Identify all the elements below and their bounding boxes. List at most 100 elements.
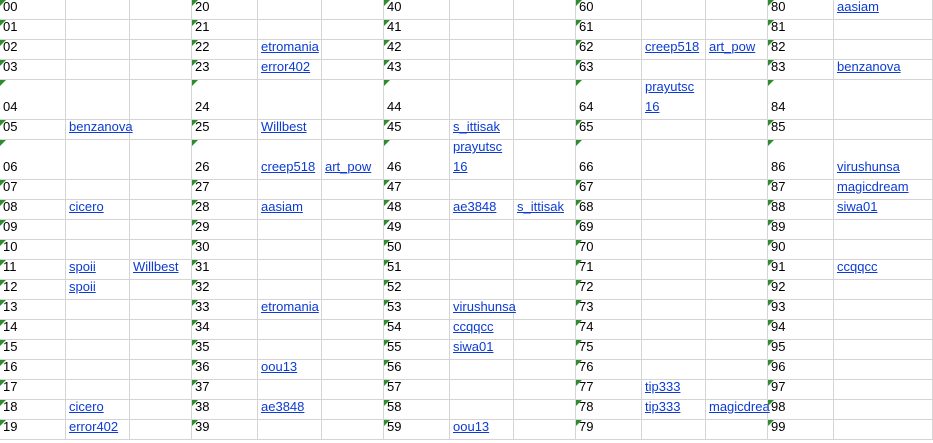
name-cell[interactable] [514,340,576,360]
name-cell[interactable]: oou13 [450,419,514,440]
number-cell[interactable]: 43 [384,59,450,80]
name-cell[interactable] [706,60,768,80]
name-cell[interactable] [450,20,514,40]
name-cell[interactable] [514,240,576,260]
name-cell[interactable]: creep518 [258,140,322,180]
cell-link[interactable]: etromania [261,37,321,57]
name-cell[interactable] [514,220,576,240]
number-cell[interactable]: 86 [768,140,834,180]
name-cell[interactable] [450,220,514,240]
name-cell[interactable] [322,60,384,80]
name-cell[interactable] [66,140,130,180]
name-cell[interactable] [130,40,192,60]
name-cell[interactable]: s_ittisak [514,199,576,220]
name-cell[interactable] [834,340,933,360]
number-cell[interactable]: 39 [192,419,258,440]
name-cell[interactable] [322,0,384,20]
name-cell[interactable] [66,220,130,240]
name-cell[interactable] [66,340,130,360]
name-cell[interactable] [258,420,322,440]
cell-link[interactable]: spoii [69,257,129,277]
name-cell[interactable] [514,140,576,180]
name-cell[interactable] [706,260,768,280]
name-cell[interactable] [130,140,192,180]
name-cell[interactable] [322,280,384,300]
cell-link[interactable]: ae3848 [261,397,321,417]
name-cell[interactable] [130,200,192,220]
cell-link[interactable]: aasiam [261,197,321,217]
number-cell[interactable]: 46 [384,140,450,180]
name-cell[interactable] [706,360,768,380]
name-cell[interactable] [450,0,514,20]
name-cell[interactable] [322,240,384,260]
name-cell[interactable] [642,420,706,440]
cell-link[interactable]: oou13 [261,357,321,377]
cell-link[interactable]: magicdrea [709,397,770,417]
name-cell[interactable] [642,320,706,340]
name-cell[interactable] [450,260,514,280]
name-cell[interactable] [642,220,706,240]
name-cell[interactable] [322,360,384,380]
name-cell[interactable] [130,360,192,380]
name-cell[interactable] [514,120,576,140]
number-cell[interactable]: 83 [768,59,834,80]
name-cell[interactable]: ccqqcc [834,259,933,280]
name-cell[interactable] [322,20,384,40]
name-cell[interactable] [834,220,933,240]
name-cell[interactable] [514,420,576,440]
number-cell[interactable]: 66 [576,140,642,180]
cell-link[interactable]: Willbest [261,117,321,137]
cell-link[interactable]: virushunsa [453,297,516,317]
number-cell[interactable]: 59 [384,419,450,440]
name-cell[interactable] [834,420,933,440]
name-cell[interactable]: Willbest [130,259,192,280]
name-cell[interactable] [642,120,706,140]
name-cell[interactable] [66,20,130,40]
name-cell[interactable] [706,320,768,340]
name-cell[interactable] [322,220,384,240]
name-cell[interactable] [514,60,576,80]
name-cell[interactable] [66,40,130,60]
cell-link[interactable]: creep518 [645,37,705,57]
cell-link[interactable]: benzanova [837,57,932,77]
name-cell[interactable] [514,280,576,300]
name-cell[interactable] [706,140,768,180]
name-cell[interactable]: ae3848 [258,397,322,420]
cell-link[interactable]: tip333 [645,397,705,417]
name-cell[interactable] [450,380,514,400]
name-cell[interactable] [322,400,384,420]
name-cell[interactable] [130,320,192,340]
cell-link[interactable]: magicdream [837,177,932,197]
name-cell[interactable]: aasiam [834,0,933,20]
name-cell[interactable]: ae3848 [450,199,514,220]
name-cell[interactable] [66,300,130,320]
name-cell[interactable]: oou13 [258,357,322,380]
name-cell[interactable] [450,240,514,260]
cell-link[interactable]: error402 [69,417,129,437]
name-cell[interactable] [450,60,514,80]
name-cell[interactable] [642,180,706,200]
number-cell[interactable]: 63 [576,59,642,80]
cell-link[interactable]: siwa01 [837,197,932,217]
name-cell[interactable] [642,200,706,220]
name-cell[interactable]: prayutsc 16 [450,137,514,180]
name-cell[interactable] [258,320,322,340]
name-cell[interactable] [514,80,576,120]
name-cell[interactable] [130,60,192,80]
cell-link[interactable]: prayutsc 16 [453,137,513,177]
name-cell[interactable] [706,280,768,300]
name-cell[interactable] [322,320,384,340]
name-cell[interactable] [706,420,768,440]
name-cell[interactable] [130,180,192,200]
name-cell[interactable] [514,360,576,380]
name-cell[interactable] [322,260,384,280]
number-cell[interactable]: 65 [576,119,642,140]
name-cell[interactable] [66,0,130,20]
name-cell[interactable]: etromania [258,299,322,320]
cell-link[interactable]: art_pow [325,157,383,177]
name-cell[interactable] [642,280,706,300]
name-cell[interactable] [66,60,130,80]
name-cell[interactable] [130,300,192,320]
name-cell[interactable]: art_pow [706,39,768,60]
name-cell[interactable]: prayutsc 16 [642,79,706,120]
